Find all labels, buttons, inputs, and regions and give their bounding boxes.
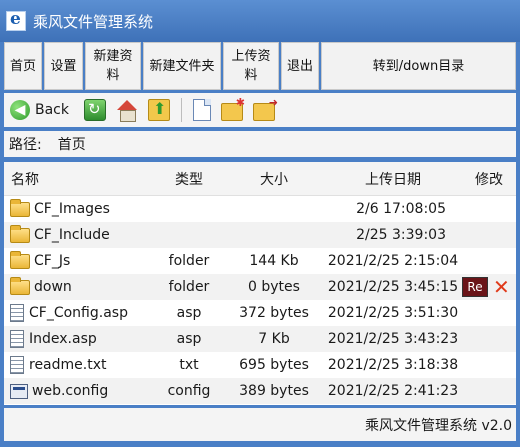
file-name-cell[interactable]: CF_Include: [4, 224, 154, 243]
home-icon[interactable]: [116, 99, 138, 122]
folder-icon: [10, 224, 30, 243]
main-nav: 首页 设置 新建资料 新建文件夹 上传资料 退出 转到/down目录: [4, 42, 516, 90]
file-size: 389 bytes: [239, 383, 309, 399]
back-arrow-icon: ◀: [10, 100, 30, 120]
file-name-cell[interactable]: CF_Js: [4, 250, 154, 269]
file-size: 0 bytes: [248, 279, 300, 295]
status-text: 乘风文件管理系统 v2.0: [365, 417, 512, 434]
file-name-cell[interactable]: CF_Config.asp: [4, 304, 154, 322]
file-date: 2/6 17:08:05: [356, 201, 446, 217]
path-value[interactable]: 首页: [58, 134, 86, 154]
file-size: 695 bytes: [239, 357, 309, 373]
path-label: 路径:: [9, 137, 42, 153]
document-icon: [10, 356, 24, 374]
file-list: 名称 类型 大小 上传日期 修改 CF_Images 2/6 17:08:05 …: [4, 162, 516, 405]
nav-new-file-button[interactable]: 新建资料: [85, 42, 141, 90]
move-folder-icon[interactable]: [253, 96, 278, 121]
app-window: 乘风文件管理系统 首页 设置 新建资料 新建文件夹 上传资料 退出 转到/dow…: [0, 0, 520, 447]
file-date: 2021/2/25 3:45:15: [327, 279, 459, 295]
folder-icon: [10, 276, 30, 295]
back-label: Back: [35, 102, 69, 118]
file-row[interactable]: CF_Images 2/6 17:08:05: [4, 196, 516, 222]
file-name-cell[interactable]: readme.txt: [4, 356, 154, 374]
header-date[interactable]: 上传日期: [324, 169, 462, 189]
header-size[interactable]: 大小: [224, 169, 324, 189]
toolbar-divider: [181, 98, 182, 122]
app-logo-icon: [6, 9, 26, 31]
nav-home-button[interactable]: 首页: [4, 42, 42, 90]
file-date: 2021/2/25 3:43:23: [327, 331, 459, 347]
file-name-cell[interactable]: CF_Images: [4, 198, 154, 217]
row-actions: Re ✕: [462, 277, 510, 297]
file-row[interactable]: CF_Include 2/25 3:39:03: [4, 222, 516, 248]
header-edit: 修改: [475, 171, 503, 188]
file-type: folder: [168, 279, 210, 295]
nav-logout-button[interactable]: 退出: [281, 42, 319, 90]
new-folder-icon[interactable]: [221, 96, 245, 121]
up-folder-icon[interactable]: [148, 99, 170, 121]
header-type[interactable]: 类型: [154, 169, 224, 189]
file-type: asp: [176, 331, 202, 347]
file-row[interactable]: Index.asp asp 7 Kb 2021/2/25 3:43:23: [4, 326, 516, 352]
file-name[interactable]: web.config: [32, 383, 108, 399]
file-type: config: [167, 383, 211, 399]
file-date: 2021/2/25 3:18:38: [327, 357, 459, 373]
folder-icon: [10, 250, 30, 269]
document-icon: [10, 304, 24, 322]
file-name[interactable]: down: [34, 279, 72, 295]
file-size: 144 Kb: [249, 253, 299, 269]
back-button[interactable]: ◀ Back: [10, 100, 69, 120]
file-row[interactable]: down folder 0 bytes 2021/2/25 3:45:15 Re…: [4, 274, 516, 300]
file-list-header: 名称 类型 大小 上传日期 修改: [4, 162, 516, 196]
file-name[interactable]: CF_Images: [34, 201, 110, 217]
file-name[interactable]: Index.asp: [29, 331, 97, 347]
toolbar: ◀ Back: [4, 93, 516, 127]
file-name-cell[interactable]: web.config: [4, 383, 154, 399]
nav-upload-button[interactable]: 上传资料: [223, 42, 279, 90]
window-title: 乘风文件管理系统: [33, 12, 154, 31]
file-date: 2021/2/25 2:15:04: [327, 253, 459, 269]
file-name[interactable]: readme.txt: [29, 357, 107, 373]
nav-new-folder-button[interactable]: 新建文件夹: [143, 42, 221, 90]
file-date: 2021/2/25 2:41:23: [327, 383, 459, 399]
title-bar: 乘风文件管理系统: [0, 0, 520, 42]
delete-icon[interactable]: ✕: [493, 277, 510, 297]
file-name[interactable]: CF_Config.asp: [29, 305, 128, 321]
file-name-cell[interactable]: down: [4, 276, 154, 295]
file-row[interactable]: readme.txt txt 695 bytes 2021/2/25 3:18:…: [4, 352, 516, 378]
file-date: 2/25 3:39:03: [356, 227, 446, 243]
file-name[interactable]: CF_Js: [34, 253, 70, 269]
refresh-icon[interactable]: [84, 99, 106, 121]
document-icon: [10, 330, 24, 348]
path-bar: 路径: 首页: [4, 131, 516, 157]
file-type: txt: [179, 357, 199, 373]
file-size: 7 Kb: [258, 331, 290, 347]
header-name[interactable]: 名称: [4, 169, 154, 189]
file-name[interactable]: CF_Include: [34, 227, 110, 243]
status-bar: 乘风文件管理系统 v2.0: [4, 408, 516, 441]
file-row[interactable]: web.config config 389 bytes 2021/2/25 2:…: [4, 378, 516, 404]
file-row[interactable]: CF_Config.asp asp 372 bytes 2021/2/25 3:…: [4, 300, 516, 326]
file-row[interactable]: CF_Js folder 144 Kb 2021/2/25 2:15:04: [4, 248, 516, 274]
rename-button[interactable]: Re: [462, 277, 488, 297]
file-name-cell[interactable]: Index.asp: [4, 330, 154, 348]
nav-goto-down-button[interactable]: 转到/down目录: [321, 42, 516, 90]
nav-settings-button[interactable]: 设置: [44, 42, 83, 90]
new-file-icon[interactable]: [193, 99, 211, 121]
file-size: 372 bytes: [239, 305, 309, 321]
folder-icon: [10, 198, 30, 217]
file-date: 2021/2/25 3:51:30: [327, 305, 459, 321]
file-type: asp: [176, 305, 202, 321]
file-type: folder: [168, 253, 210, 269]
config-file-icon: [10, 383, 28, 399]
